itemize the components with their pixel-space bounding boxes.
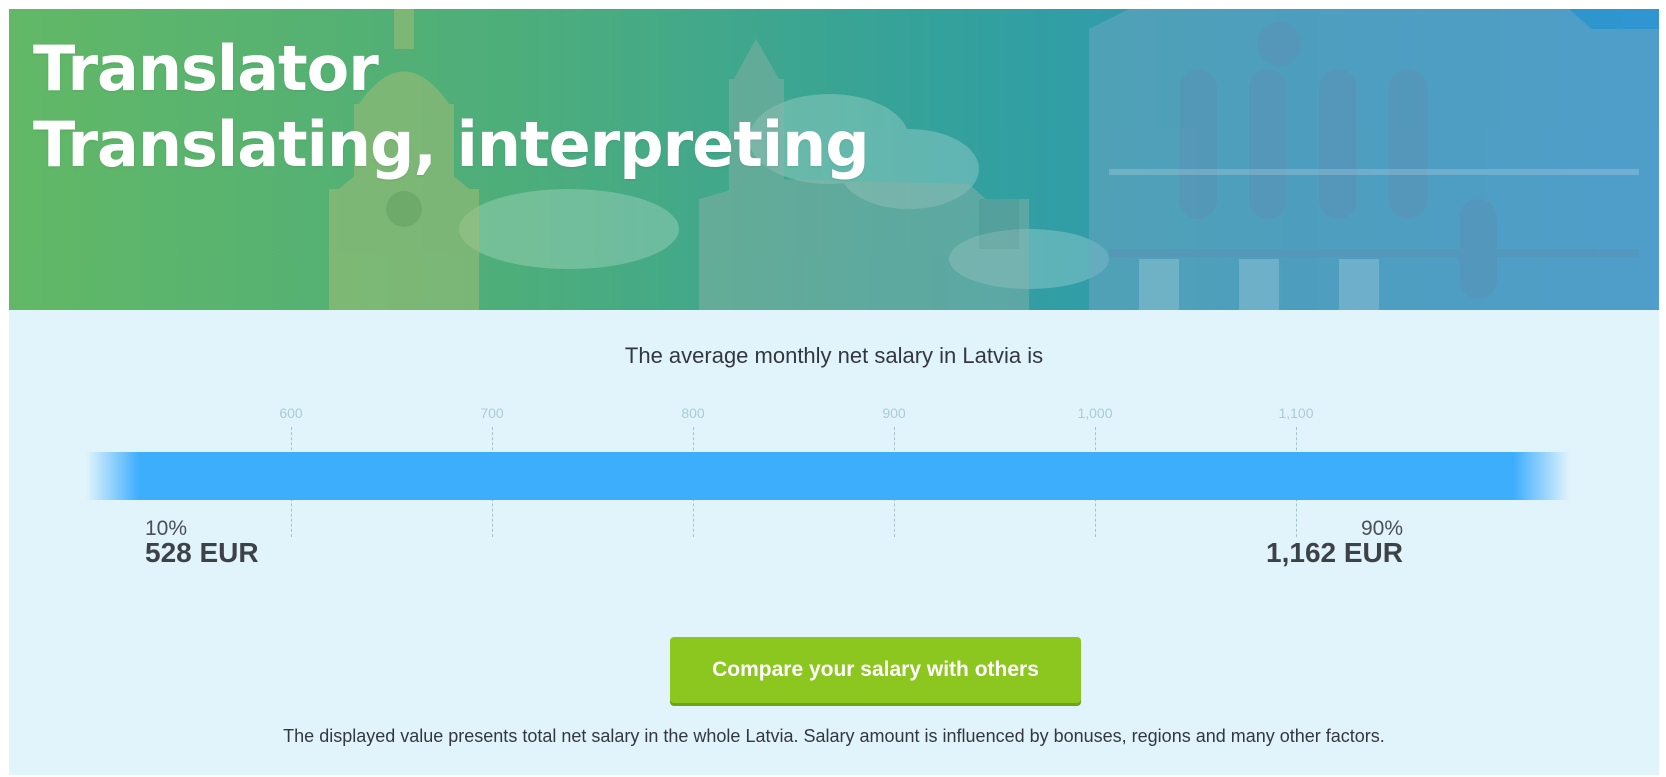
axis-tick-label: 700 <box>480 405 504 421</box>
axis-tick-label: 1,100 <box>1278 405 1314 421</box>
salary-disclaimer: The displayed value presents total net s… <box>283 726 1385 746</box>
axis-tick-label: 900 <box>882 405 906 421</box>
salary-range-bar <box>86 452 1570 500</box>
axis-tick-label: 600 <box>279 405 303 421</box>
compare-salary-button[interactable]: Compare your salary with others <box>670 637 1081 703</box>
axis-tick-label: 1,000 <box>1077 405 1113 421</box>
high-percentile-amount: 1,162 EUR <box>1266 537 1403 568</box>
axis-tick-label: 800 <box>681 405 705 421</box>
low-percentile-amount: 528 EUR <box>145 537 259 568</box>
salary-page: Translator Translating, interpreting The… <box>9 9 1659 775</box>
